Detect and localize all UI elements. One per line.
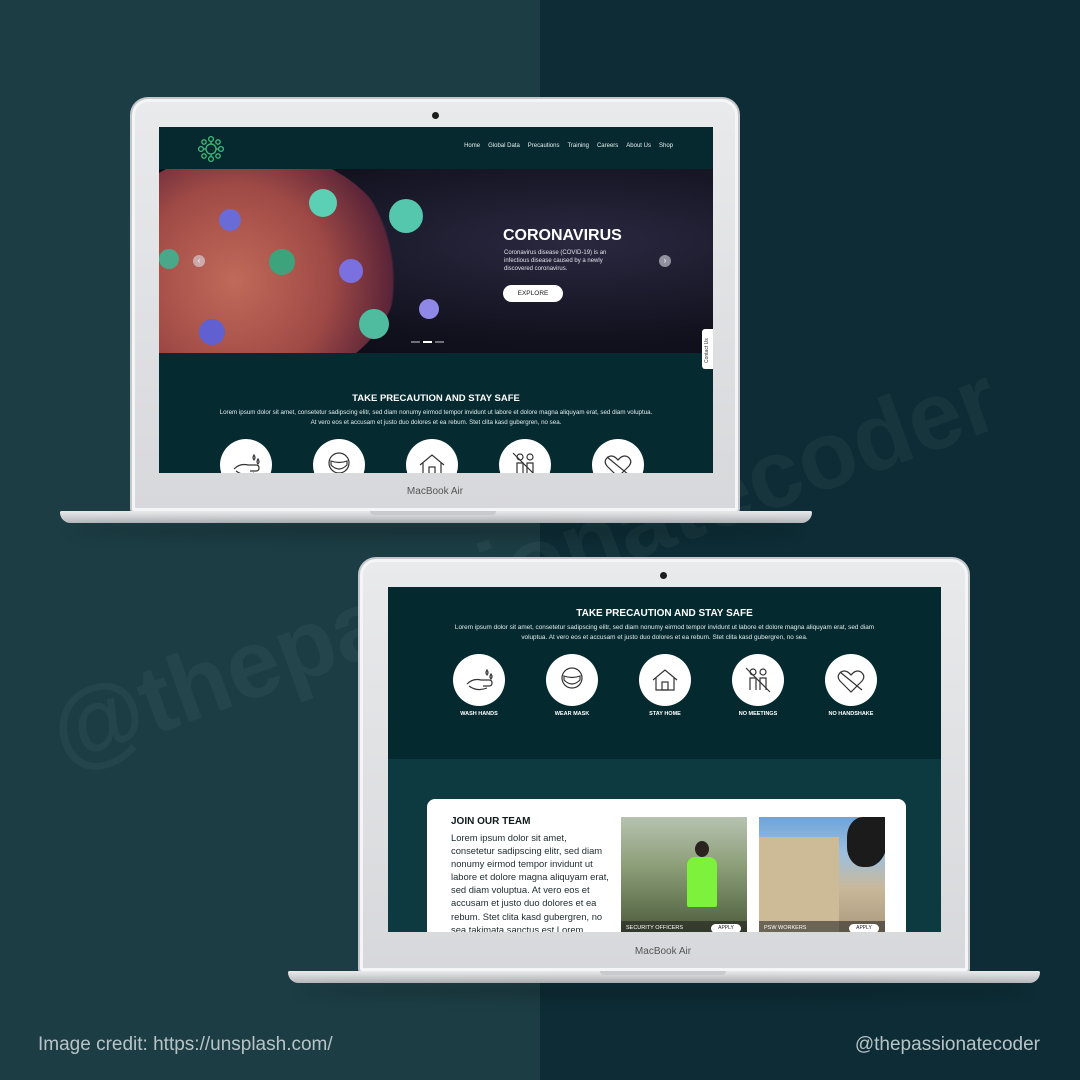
virus-spike — [419, 299, 439, 319]
job-title: PSW WORKERS — [764, 925, 807, 931]
precautions-text: Lorem ipsum dolor sit amet, consetetur s… — [219, 409, 653, 426]
explore-button[interactable]: EXPLORE — [503, 285, 563, 302]
nav-link-training[interactable]: Training — [567, 143, 588, 149]
virus-spike — [159, 249, 179, 269]
wear-mask-label: WEAR MASK — [554, 711, 590, 717]
security-officer-head — [695, 841, 709, 857]
stay-home-circle[interactable] — [639, 654, 691, 706]
nav-links: Home Global Data Precautions Training Ca… — [464, 143, 673, 149]
slider-prev-arrow[interactable]: ‹ — [193, 255, 205, 267]
stay-home-circle[interactable] — [406, 439, 458, 473]
virus-spike — [269, 249, 295, 275]
nav-link-global-data[interactable]: Global Data — [488, 143, 520, 149]
wear-mask-circle[interactable] — [546, 654, 598, 706]
slider-dots — [411, 341, 444, 343]
laptop-notch — [600, 971, 726, 975]
virus-spike — [359, 309, 389, 339]
device-brand: MacBook Air — [634, 946, 692, 957]
no-meetings-circle[interactable] — [732, 654, 784, 706]
virus-spike — [389, 199, 423, 233]
site-nav: Home Global Data Precautions Training Ca… — [159, 127, 713, 169]
no-meetings-icon — [512, 452, 534, 473]
virus-spike — [199, 319, 225, 345]
hero-slider: ‹ › CORONAVIRUS Coronavirus disease (COV… — [159, 169, 713, 353]
slider-dot-active[interactable] — [423, 341, 432, 343]
building-image — [759, 837, 839, 932]
job-title: SECURITY OFFICERS — [626, 925, 684, 931]
virus-spike — [219, 209, 241, 231]
job-card-psw[interactable]: PSW WORKERS APPLY — [759, 817, 885, 932]
slider-dot[interactable] — [411, 341, 420, 343]
camera — [432, 112, 439, 119]
no-handshake-label: NO HANDSHAKE — [828, 711, 874, 717]
virus-spike — [309, 189, 337, 217]
team-title: JOIN OUR TEAM — [451, 816, 531, 827]
screen: TAKE PRECAUTION AND STAY SAFE Lorem ipsu… — [388, 587, 941, 932]
nav-link-about-us[interactable]: About Us — [626, 143, 651, 149]
nav-link-shop[interactable]: Shop — [659, 143, 673, 149]
job-caption: PSW WORKERS APPLY — [759, 921, 885, 932]
job-caption: SECURITY OFFICERS APPLY — [621, 921, 747, 932]
job-card-security[interactable]: SECURITY OFFICERS APPLY — [621, 817, 747, 932]
no-meetings-circle[interactable] — [499, 439, 551, 473]
team-card: JOIN OUR TEAM Lorem ipsum dolor sit amet… — [427, 799, 906, 932]
tree-image — [847, 817, 885, 867]
author-handle: @thepassionatecoder — [854, 1034, 1040, 1055]
laptop-shadow — [298, 984, 1028, 998]
no-meetings-label: NO MEETINGS — [738, 711, 778, 717]
laptop-notch — [370, 511, 496, 515]
wash-hands-icon — [233, 453, 260, 473]
precautions-title: TAKE PRECAUTION AND STAY SAFE — [576, 608, 753, 619]
no-handshake-icon — [837, 670, 865, 693]
mask-icon — [561, 667, 583, 689]
wash-hands-label: WASH HANDS — [460, 711, 498, 717]
camera — [660, 572, 667, 579]
screen: Home Global Data Precautions Training Ca… — [159, 127, 713, 473]
no-handshake-circle[interactable] — [825, 654, 877, 706]
laptop-shadow — [70, 524, 800, 538]
team-text: Lorem ipsum dolor sit amet, consetetur s… — [451, 832, 609, 932]
no-meetings-icon — [745, 667, 771, 693]
security-officer-figure — [687, 857, 717, 907]
virus-logo-icon[interactable] — [197, 135, 225, 163]
stay-home-label: STAY HOME — [649, 711, 681, 717]
image-credit: Image credit: https://unsplash.com/ — [38, 1034, 333, 1055]
nav-link-home[interactable]: Home — [464, 143, 480, 149]
hero-text: Coronavirus disease (COVID-19) is an inf… — [504, 250, 607, 272]
wear-mask-circle[interactable] — [313, 439, 365, 473]
precautions-title: TAKE PRECAUTION AND STAY SAFE — [352, 393, 520, 404]
precautions-text: Lorem ipsum dolor sit amet, consetetur s… — [454, 624, 875, 641]
wash-hands-circle[interactable] — [453, 654, 505, 706]
hero-title: CORONAVIRUS — [503, 227, 622, 244]
home-icon — [419, 454, 445, 473]
home-icon — [652, 669, 678, 691]
apply-button[interactable]: APPLY — [849, 924, 879, 932]
nav-link-careers[interactable]: Careers — [597, 143, 618, 149]
slider-next-arrow[interactable]: › — [659, 255, 671, 267]
virus-spike — [339, 259, 363, 283]
nav-link-precautions[interactable]: Precautions — [528, 143, 560, 149]
no-handshake-icon — [604, 455, 632, 473]
contact-us-label: Contact Us — [704, 338, 710, 363]
wash-hands-circle[interactable] — [220, 439, 272, 473]
no-handshake-circle[interactable] — [592, 439, 644, 473]
slider-dot[interactable] — [435, 341, 444, 343]
apply-button[interactable]: APPLY — [711, 924, 741, 932]
mask-icon — [328, 452, 350, 473]
device-brand: MacBook Air — [406, 486, 464, 497]
wash-hands-icon — [466, 668, 493, 691]
contact-us-tab[interactable]: Contact Us — [702, 329, 713, 369]
